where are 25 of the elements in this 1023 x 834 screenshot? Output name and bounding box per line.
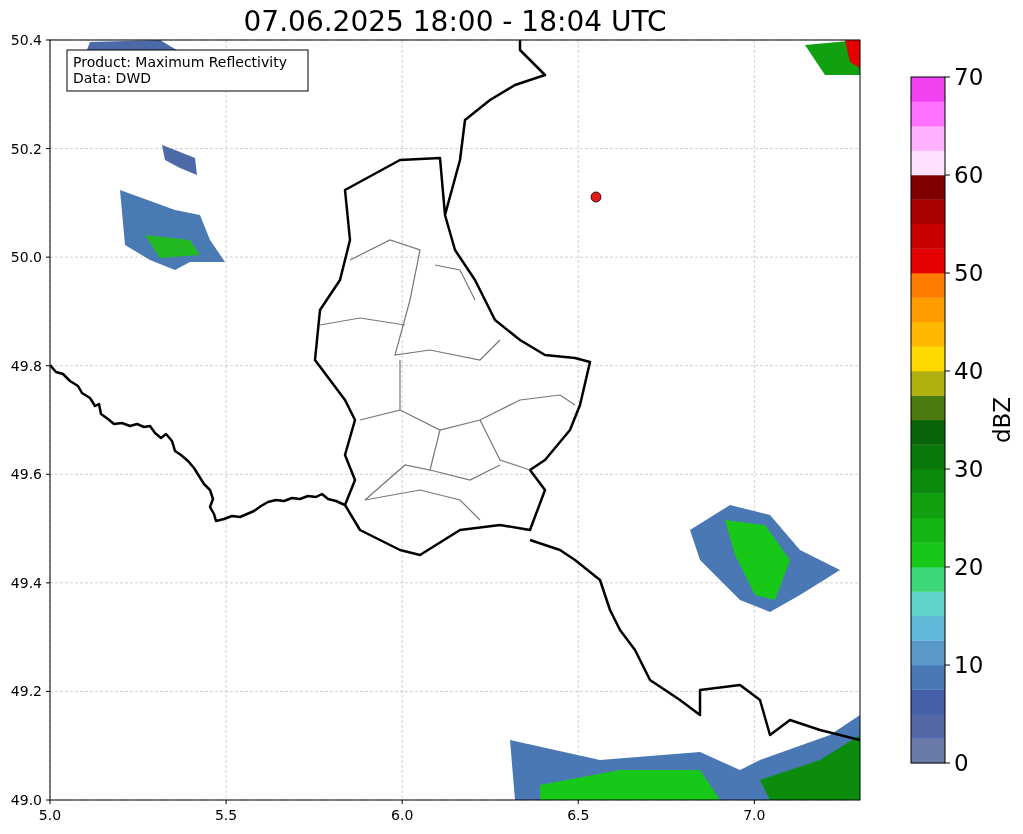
- info-text: Product: Maximum Reflectivity: [73, 54, 287, 70]
- colorbar-tick-label: 50: [954, 260, 984, 286]
- colorbar-tick-label: 60: [954, 162, 984, 188]
- x-tick-label: 6.0: [391, 807, 414, 823]
- y-tick-label: 49.4: [10, 574, 42, 591]
- colorbar-tick-label: 0: [954, 750, 969, 776]
- colorbar-tick-label: 20: [954, 554, 984, 580]
- y-tick-label: 49.2: [10, 683, 42, 700]
- x-tick-label: 7.0: [743, 807, 766, 823]
- info-text: Data: DWD: [73, 70, 151, 86]
- y-tick-label: 50.4: [10, 32, 42, 48]
- chart-title: 07.06.2025 18:00 - 18:04 UTC: [243, 5, 667, 38]
- y-tick-label: 49.6: [10, 466, 42, 483]
- y-tick-label: 50.2: [10, 140, 42, 157]
- x-tick-label: 5.5: [214, 807, 238, 823]
- y-tick-label: 49.0: [10, 792, 42, 808]
- colorbar-label: dBZ: [989, 396, 1015, 444]
- x-tick-label: 5.0: [38, 807, 62, 823]
- y-tick-label: 50.0: [10, 249, 42, 266]
- y-tick-label: 49.8: [10, 357, 42, 374]
- colorbar-tick-label: 40: [954, 358, 984, 384]
- x-tick-label: 6.5: [567, 807, 590, 823]
- colorbar-tick-label: 30: [954, 456, 984, 482]
- colorbar-tick-label: 10: [954, 652, 984, 678]
- colorbar-tick-label: 70: [954, 64, 984, 90]
